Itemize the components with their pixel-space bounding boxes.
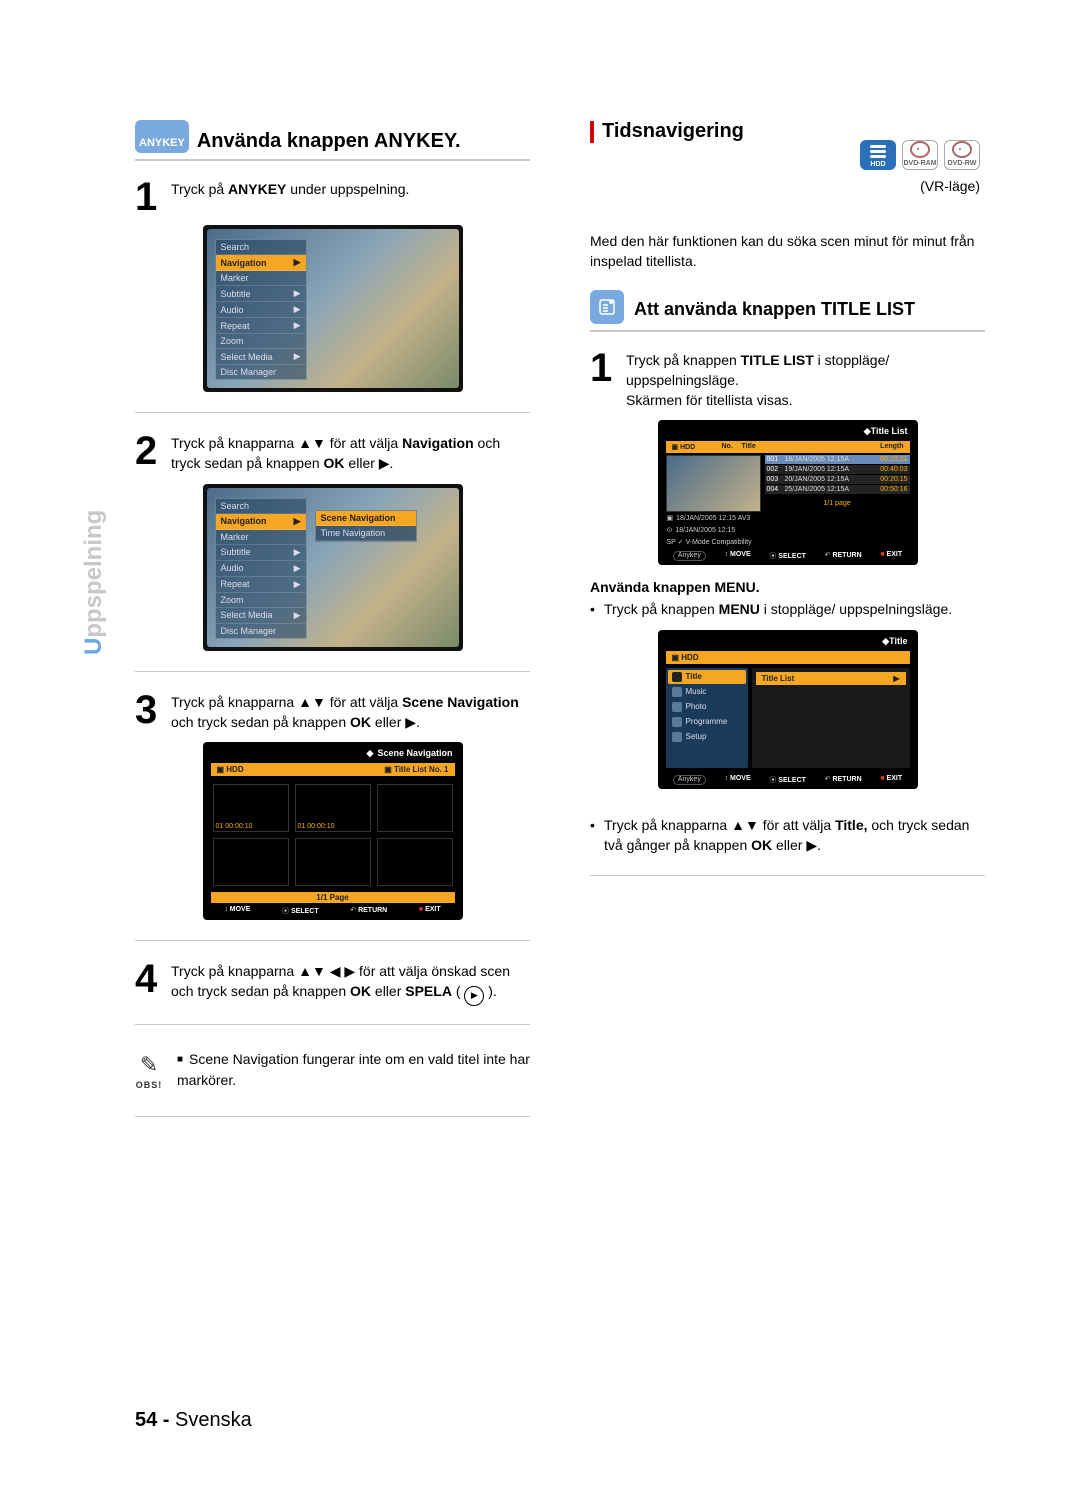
left-column: ANYKEY Använda knappen ANYKEY. 1 Tryck p…: [135, 120, 530, 1137]
menu-heading: Använda knappen MENU.: [590, 579, 985, 595]
osd-anykey-submenu: Search Navigation▶ Marker Subtitle▶ Audi…: [203, 484, 463, 651]
note-icon: ✎: [135, 1049, 163, 1081]
menu-bullet: • Tryck på knappen MENU i stoppläge/ upp…: [590, 599, 985, 619]
rule: [135, 412, 530, 413]
media-icons: HDD DVD-RAM DVD-RW: [860, 140, 980, 170]
rule: [135, 1116, 530, 1117]
step-2: 2 Tryck på knapparna ▲▼ för att välja Na…: [135, 433, 530, 474]
anykey-badge: ANYKEY: [135, 120, 189, 153]
section-title: Tidsnavigering: [602, 120, 744, 143]
step-4: 4 Tryck på knapparna ▲▼ ◀ ▶ för att välj…: [135, 961, 530, 1004]
dvd-rw-icon: DVD-RW: [944, 140, 980, 170]
step-1: 1 Tryck på ANYKEY under uppspelning.: [135, 179, 530, 215]
rule: [135, 940, 530, 941]
osd-anykey-menu: Search Navigation▶ Marker Subtitle▶ Audi…: [203, 225, 463, 392]
step-3: 3 Tryck på knapparna ▲▼ för att välja Sc…: [135, 692, 530, 733]
title-list-icon: [590, 290, 624, 324]
step-num: 1: [135, 179, 163, 215]
osd-scene-navigation: ◆Scene Navigation ▣ HDD ▣ Title List No.…: [203, 742, 463, 920]
page-footer: 54 - Svenska: [135, 1409, 252, 1432]
section-bar: [590, 121, 594, 143]
heading-anykey: Använda knappen ANYKEY.: [197, 130, 461, 153]
title-bullet: • Tryck på knapparna ▲▼ för att välja Ti…: [590, 815, 985, 856]
right-column: Tidsnavigering Med den här funktionen ka…: [590, 120, 985, 1137]
play-icon: ▶: [464, 986, 484, 1006]
sub-heading: Att använda knappen TITLE LIST: [634, 299, 915, 320]
rule: [135, 159, 530, 161]
note-box: ✎ OBS! ■Scene Navigation fungerar inte o…: [135, 1045, 530, 1096]
intro-text: Med den här funktionen kan du söka scen …: [590, 231, 985, 272]
vr-mode-label: (VR-läge): [920, 178, 980, 194]
side-tab: Uppspelning: [80, 510, 108, 655]
rule: [135, 671, 530, 672]
hdd-icon: HDD: [860, 140, 896, 170]
rule: [135, 1024, 530, 1025]
osd-title-list: ◆ Title List ▣ HDD No. Title Length ▣ 18…: [658, 420, 918, 565]
right-step-1: 1 Tryck på knappen TITLE LIST i stoppläg…: [590, 350, 985, 411]
osd-title-menu: ◆ Title ▣ HDD Title Music Photo Programm…: [658, 630, 918, 789]
rule: [590, 875, 985, 876]
dvd-ram-icon: DVD-RAM: [902, 140, 938, 170]
rule: [590, 330, 985, 332]
